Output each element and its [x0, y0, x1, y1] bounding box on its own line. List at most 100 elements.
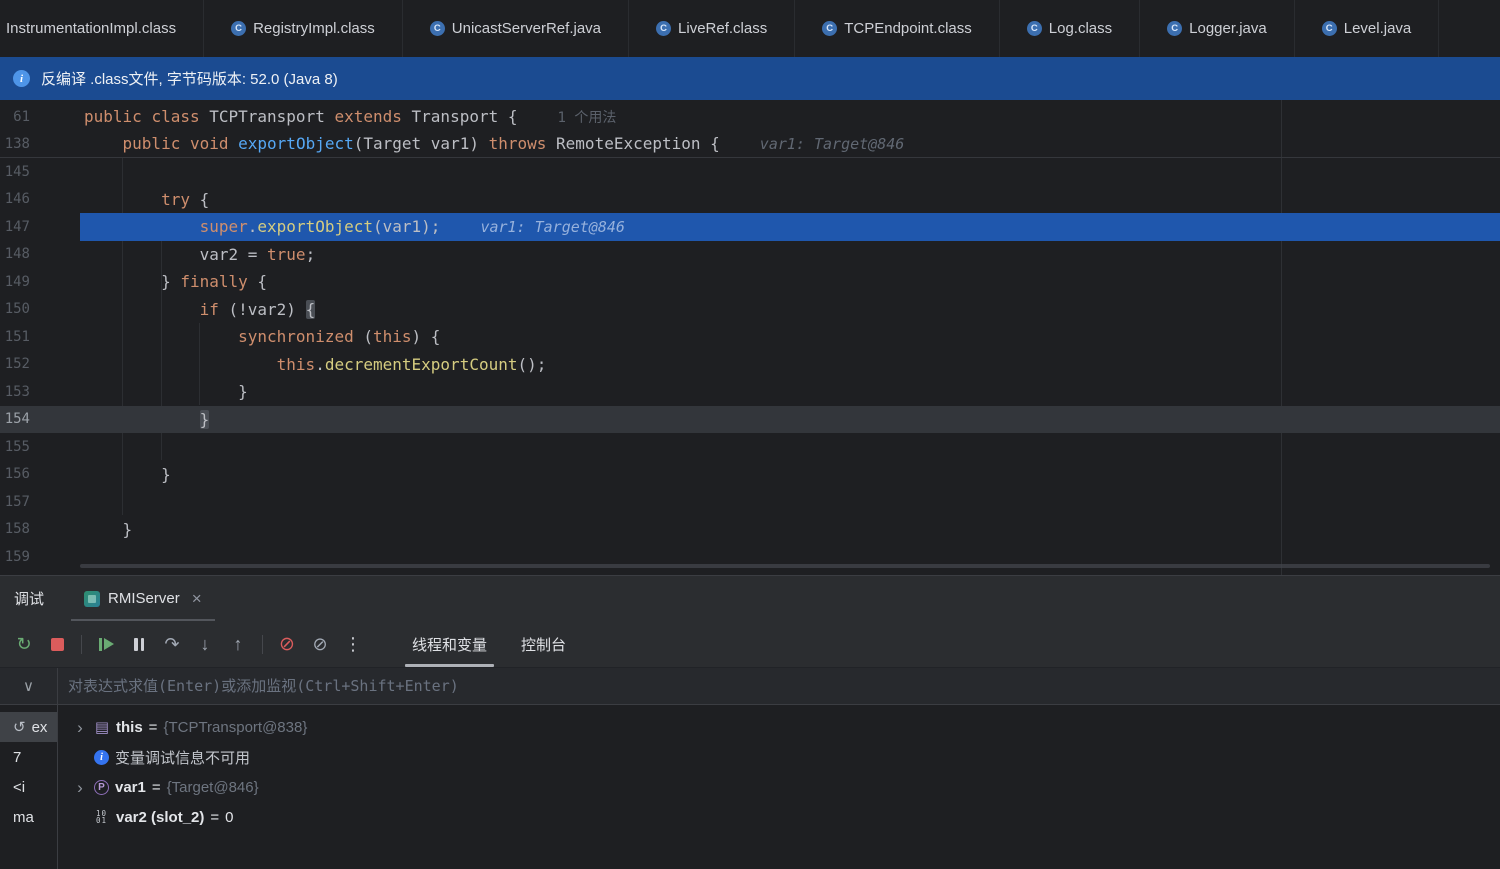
code-editor[interactable]: 61public class TCPTransport extends Tran…: [0, 100, 1500, 575]
debug-toolbar-icons: ↻↷↓↑⊘⊘⋮: [8, 629, 369, 659]
line-number[interactable]: 151: [0, 329, 30, 345]
editor-tab-TCPEndpoint.class[interactable]: CTCPEndpoint.class: [795, 0, 1000, 57]
debug-view-tabs: 线程和变量控制台: [395, 621, 583, 667]
step-into-icon-button[interactable]: ↓: [189, 629, 221, 659]
close-icon[interactable]: ×: [192, 590, 202, 607]
code-line-154[interactable]: 154 }: [0, 406, 1500, 434]
variable-row-var2 (slot_2)[interactable]: 1001var2 (slot_2)=0: [58, 802, 1500, 832]
line-number[interactable]: 148: [0, 246, 30, 262]
line-number[interactable]: 159: [0, 549, 30, 565]
debug-session-tab[interactable]: RMIServer ×: [71, 576, 215, 621]
code-line-148[interactable]: 148 var2 = true;: [0, 241, 1500, 269]
code-token: }: [123, 520, 133, 539]
clear-all-icon-button[interactable]: ⊘: [304, 629, 336, 659]
mute-breakpoints-icon-button[interactable]: ⊘: [271, 629, 303, 659]
code-token: (var1);: [373, 217, 440, 236]
step-over-icon-button[interactable]: ↷: [156, 629, 188, 659]
line-number[interactable]: 158: [0, 521, 30, 537]
horizontal-scrollbar[interactable]: [80, 564, 1490, 568]
pause-bar: [141, 638, 145, 651]
frame-row-0[interactable]: ↺ex: [0, 712, 57, 742]
rerun-icon-button[interactable]: ↻: [8, 629, 40, 659]
stop-icon-button[interactable]: [41, 629, 73, 659]
editor-tab-Logger.java[interactable]: CLogger.java: [1140, 0, 1295, 57]
variable-row-var1[interactable]: ›Pvar1={Target@846}: [58, 772, 1500, 802]
code-line-147[interactable]: 147 super.exportObject(var1);var1: Targe…: [0, 213, 1500, 241]
resume-icon-button[interactable]: [90, 629, 122, 659]
line-number[interactable]: 152: [0, 356, 30, 372]
code-line-156[interactable]: 156 }: [0, 461, 1500, 489]
line-number[interactable]: 138: [0, 136, 30, 152]
more-options-icon-button[interactable]: ⋮: [337, 629, 369, 659]
view-tab-线程和变量[interactable]: 线程和变量: [395, 621, 504, 667]
code-area: 61public class TCPTransport extends Tran…: [0, 103, 1500, 571]
line-number[interactable]: 145: [0, 164, 30, 180]
class-icon: C: [656, 21, 671, 36]
step-over-icon: ↷: [164, 635, 179, 653]
code-text: }: [84, 465, 171, 484]
line-number[interactable]: 149: [0, 274, 30, 290]
editor-tab-Log.class[interactable]: CLog.class: [1000, 0, 1140, 57]
code-token: try: [161, 190, 200, 209]
code-text: try {: [84, 190, 209, 209]
class-icon: C: [822, 21, 837, 36]
code-line-152[interactable]: 152 this.decrementExportCount();: [0, 351, 1500, 379]
variable-row-this[interactable]: ›▤this={TCPTransport@838}: [58, 712, 1500, 742]
expression-strip[interactable]: ∨: [0, 668, 58, 704]
code-line-145[interactable]: 145: [0, 158, 1500, 186]
editor-tab-Level.java[interactable]: CLevel.java: [1295, 0, 1440, 57]
code-line-149[interactable]: 149 } finally {: [0, 268, 1500, 296]
editor-tab-InstrumentationImpl.class[interactable]: InstrumentationImpl.class: [0, 0, 204, 57]
variable-name: var1: [115, 779, 146, 796]
frame-row-1[interactable]: 7: [0, 742, 57, 772]
decompile-banner: i 反编译 .class文件, 字节码版本: 52.0 (Java 8): [0, 57, 1500, 100]
code-line-155[interactable]: 155: [0, 433, 1500, 461]
tab-label: InstrumentationImpl.class: [6, 20, 176, 37]
editor-tab-UnicastServerRef.java[interactable]: CUnicastServerRef.java: [403, 0, 629, 57]
line-number[interactable]: 61: [0, 109, 30, 125]
code-line-151[interactable]: 151 synchronized (this) {: [0, 323, 1500, 351]
code-line-138[interactable]: 138 public void exportObject(Target var1…: [0, 131, 1500, 159]
line-number[interactable]: 153: [0, 384, 30, 400]
code-line-157[interactable]: 157: [0, 488, 1500, 516]
pause-bar: [134, 638, 138, 651]
variables-list: ›▤this={TCPTransport@838}i变量调试信息不可用›Pvar…: [58, 712, 1500, 832]
code-text: }: [84, 382, 248, 401]
code-line-61[interactable]: 61public class TCPTransport extends Tran…: [0, 103, 1500, 131]
line-number[interactable]: 146: [0, 191, 30, 207]
code-token: (Target var1): [354, 134, 489, 153]
resume-icon: [99, 638, 114, 651]
code-line-150[interactable]: 150 if (!var2) {: [0, 296, 1500, 324]
code-token: (!var2): [229, 300, 306, 319]
code-line-153[interactable]: 153 }: [0, 378, 1500, 406]
code-token: public: [84, 107, 151, 126]
line-number[interactable]: 157: [0, 494, 30, 510]
line-number[interactable]: 150: [0, 301, 30, 317]
view-tab-控制台[interactable]: 控制台: [504, 621, 583, 667]
info-text: 变量调试信息不可用: [115, 747, 250, 768]
rerun-icon: ↻: [16, 635, 31, 653]
code-token: Transport {: [412, 107, 518, 126]
tab-label: Logger.java: [1189, 20, 1267, 37]
line-number[interactable]: 155: [0, 439, 30, 455]
code-token: exportObject: [257, 217, 373, 236]
code-line-146[interactable]: 146 try {: [0, 186, 1500, 214]
line-number[interactable]: 147: [0, 219, 30, 235]
editor-tab-LiveRef.class[interactable]: CLiveRef.class: [629, 0, 795, 57]
debug-content: ↺ex7<ima ›▤this={TCPTransport@838}i变量调试信…: [0, 705, 1500, 869]
code-token: if: [200, 300, 229, 319]
tab-label: Level.java: [1344, 20, 1412, 37]
step-out-icon: ↑: [234, 635, 243, 653]
expand-chevron-icon[interactable]: ›: [68, 779, 92, 796]
debug-info-row: i变量调试信息不可用: [58, 742, 1500, 772]
code-line-158[interactable]: 158 }: [0, 516, 1500, 544]
frame-row-3[interactable]: ma: [0, 802, 57, 832]
step-out-icon-button[interactable]: ↑: [222, 629, 254, 659]
evaluate-expression-input[interactable]: [58, 668, 1500, 704]
line-number[interactable]: 156: [0, 466, 30, 482]
line-number[interactable]: 154: [0, 411, 30, 427]
expand-chevron-icon[interactable]: ›: [68, 719, 92, 736]
pause-icon-button[interactable]: [123, 629, 155, 659]
editor-tab-RegistryImpl.class[interactable]: CRegistryImpl.class: [204, 0, 403, 57]
frame-row-2[interactable]: <i: [0, 772, 57, 802]
